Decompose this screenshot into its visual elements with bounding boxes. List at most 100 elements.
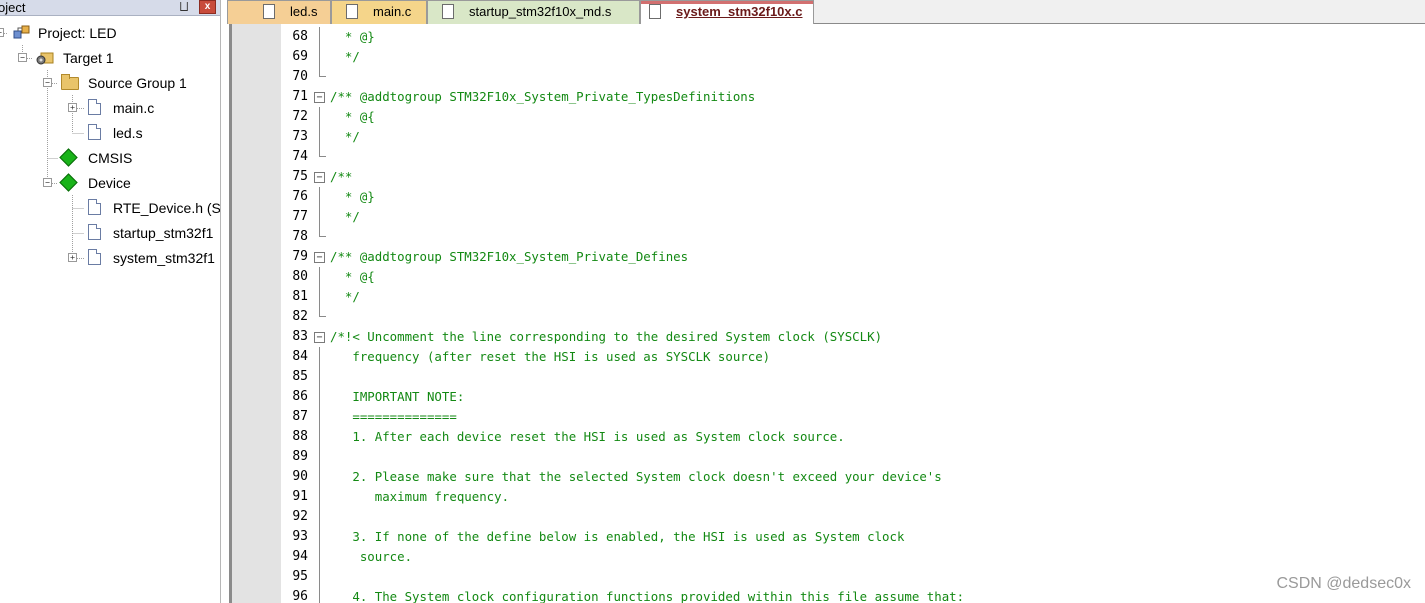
code-line[interactable]: 93 3. If none of the define below is ena… xyxy=(232,527,1425,547)
tree-item-main-c[interactable]: + main.c xyxy=(0,97,220,119)
tree-item-led-s[interactable]: led.s xyxy=(0,122,220,144)
code-lines: 68 * @} 69 */ 70 71−/** @addtogroup STM32F1… xyxy=(232,27,1425,603)
code-line[interactable]: 75−/** xyxy=(232,167,1425,187)
code-line[interactable]: 84 frequency (after reset the HSI is use… xyxy=(232,347,1425,367)
line-number: 70 xyxy=(292,69,308,84)
line-number: 87 xyxy=(292,409,308,424)
tab-led-s[interactable]: led.s xyxy=(227,0,331,24)
collapse-toggle-icon[interactable]: − xyxy=(0,28,4,37)
code-text: ============== xyxy=(330,409,457,424)
fold-guide xyxy=(319,487,320,507)
tree-item-label: Target 1 xyxy=(63,50,114,66)
fold-collapse-icon[interactable]: − xyxy=(314,92,325,103)
fold-guide xyxy=(319,127,320,147)
code-line[interactable]: 91 maximum frequency. xyxy=(232,487,1425,507)
code-line[interactable]: 73 */ xyxy=(232,127,1425,147)
code-line[interactable]: 68 * @} xyxy=(232,27,1425,47)
line-number: 79 xyxy=(292,249,308,264)
collapse-toggle-icon[interactable]: − xyxy=(43,78,52,87)
code-text: IMPORTANT NOTE: xyxy=(330,389,465,404)
tab-system-stm32f10x-c[interactable]: system_stm32f10x.c xyxy=(640,0,814,24)
expand-toggle-icon[interactable]: + xyxy=(68,253,77,262)
line-number: 73 xyxy=(292,129,308,144)
collapse-toggle-icon[interactable]: − xyxy=(43,178,52,187)
tree-item-label: startup_stm32f1 xyxy=(113,225,214,241)
fold-end-guide xyxy=(319,227,326,237)
code-line[interactable]: 79−/** @addtogroup STM32F10x_System_Priv… xyxy=(232,247,1425,267)
line-number: 93 xyxy=(292,529,308,544)
tree-item-label: Project: LED xyxy=(38,25,117,41)
tree-item-project-led[interactable]: − Project: LED xyxy=(0,22,220,44)
pin-icon[interactable]: ⨆ xyxy=(177,0,191,14)
code-line[interactable]: 94 source. xyxy=(232,547,1425,567)
tab-label: startup_stm32f10x_md.s xyxy=(469,4,612,19)
tab-label: main.c xyxy=(373,4,412,19)
code-line[interactable]: 86 IMPORTANT NOTE: xyxy=(232,387,1425,407)
tab-main-c[interactable]: main.c xyxy=(331,0,427,24)
line-number: 90 xyxy=(292,469,308,484)
code-line[interactable]: 82 xyxy=(232,307,1425,327)
code-line[interactable]: 77 */ xyxy=(232,207,1425,227)
tree-item-label: main.c xyxy=(113,100,155,116)
code-text: * @} xyxy=(330,189,375,204)
code-text: /** @addtogroup STM32F10x_System_Private… xyxy=(330,89,756,104)
close-icon[interactable]: x xyxy=(199,0,216,14)
code-line[interactable]: 89 xyxy=(232,447,1425,467)
code-text: 2. Please make sure that the selected Sy… xyxy=(330,469,942,484)
code-line[interactable]: 72 * @{ xyxy=(232,107,1425,127)
fold-guide xyxy=(319,207,320,227)
file-icon xyxy=(88,199,101,215)
tree-item-startup-file[interactable]: startup_stm32f1 xyxy=(0,222,220,244)
code-line[interactable]: 81 */ xyxy=(232,287,1425,307)
tree-item-rte-device-h[interactable]: RTE_Device.h (St xyxy=(0,197,220,219)
tree-item-target-1[interactable]: − Target 1 xyxy=(0,47,220,69)
tree-item-device[interactable]: − Device xyxy=(0,172,220,194)
code-line[interactable]: 88 1. After each device reset the HSI is… xyxy=(232,427,1425,447)
tree-item-cmsis[interactable]: CMSIS xyxy=(0,147,220,169)
code-line[interactable]: 71−/** @addtogroup STM32F10x_System_Priv… xyxy=(232,87,1425,107)
code-text: 3. If none of the define below is enable… xyxy=(330,529,905,544)
code-line[interactable]: 70 xyxy=(232,67,1425,87)
fold-guide xyxy=(319,107,320,127)
code-line[interactable]: 69 */ xyxy=(232,47,1425,67)
code-text: 1. After each device reset the HSI is us… xyxy=(330,429,845,444)
code-line[interactable]: 76 * @} xyxy=(232,187,1425,207)
code-text: frequency (after reset the HSI is used a… xyxy=(330,349,771,364)
code-text: source. xyxy=(330,549,413,564)
project-icon xyxy=(13,25,31,39)
file-icon xyxy=(263,4,275,19)
tree-item-source-group-1[interactable]: − Source Group 1 xyxy=(0,72,220,94)
code-line[interactable]: 80 * @{ xyxy=(232,267,1425,287)
fold-collapse-icon[interactable]: − xyxy=(314,252,325,263)
collapse-toggle-icon[interactable]: − xyxy=(18,53,27,62)
tree-item-label: Source Group 1 xyxy=(88,75,187,91)
component-icon xyxy=(59,173,78,192)
code-line[interactable]: 74 xyxy=(232,147,1425,167)
code-line[interactable]: 78 xyxy=(232,227,1425,247)
code-editor[interactable]: 68 * @} 69 */ 70 71−/** @addtogroup STM32F1… xyxy=(229,24,1425,603)
tree-item-label: led.s xyxy=(113,125,143,141)
code-line[interactable]: 87 ============== xyxy=(232,407,1425,427)
fold-collapse-icon[interactable]: − xyxy=(314,332,325,343)
code-line[interactable]: 95 xyxy=(232,567,1425,587)
code-line[interactable]: 83−/*!< Uncomment the line corresponding… xyxy=(232,327,1425,347)
tree-item-system-file[interactable]: + system_stm32f1 xyxy=(0,247,220,269)
code-line[interactable]: 85 xyxy=(232,367,1425,387)
fold-collapse-icon[interactable]: − xyxy=(314,172,325,183)
tab-startup-stm32f10x-md-s[interactable]: startup_stm32f10x_md.s xyxy=(427,0,640,24)
code-text: /** xyxy=(330,169,353,184)
code-line[interactable]: 92 xyxy=(232,507,1425,527)
tab-label: system_stm32f10x.c xyxy=(676,4,803,19)
line-number: 88 xyxy=(292,429,308,444)
code-line[interactable]: 96 4. The System clock configuration fun… xyxy=(232,587,1425,603)
line-number: 83 xyxy=(292,329,308,344)
code-line[interactable]: 90 2. Please make sure that the selected… xyxy=(232,467,1425,487)
line-number: 92 xyxy=(292,509,308,524)
expand-toggle-icon[interactable]: + xyxy=(68,103,77,112)
line-number: 96 xyxy=(292,589,308,603)
line-number: 95 xyxy=(292,569,308,584)
code-text: * @{ xyxy=(330,109,375,124)
line-number: 72 xyxy=(292,109,308,124)
line-number: 84 xyxy=(292,349,308,364)
line-number: 75 xyxy=(292,169,308,184)
